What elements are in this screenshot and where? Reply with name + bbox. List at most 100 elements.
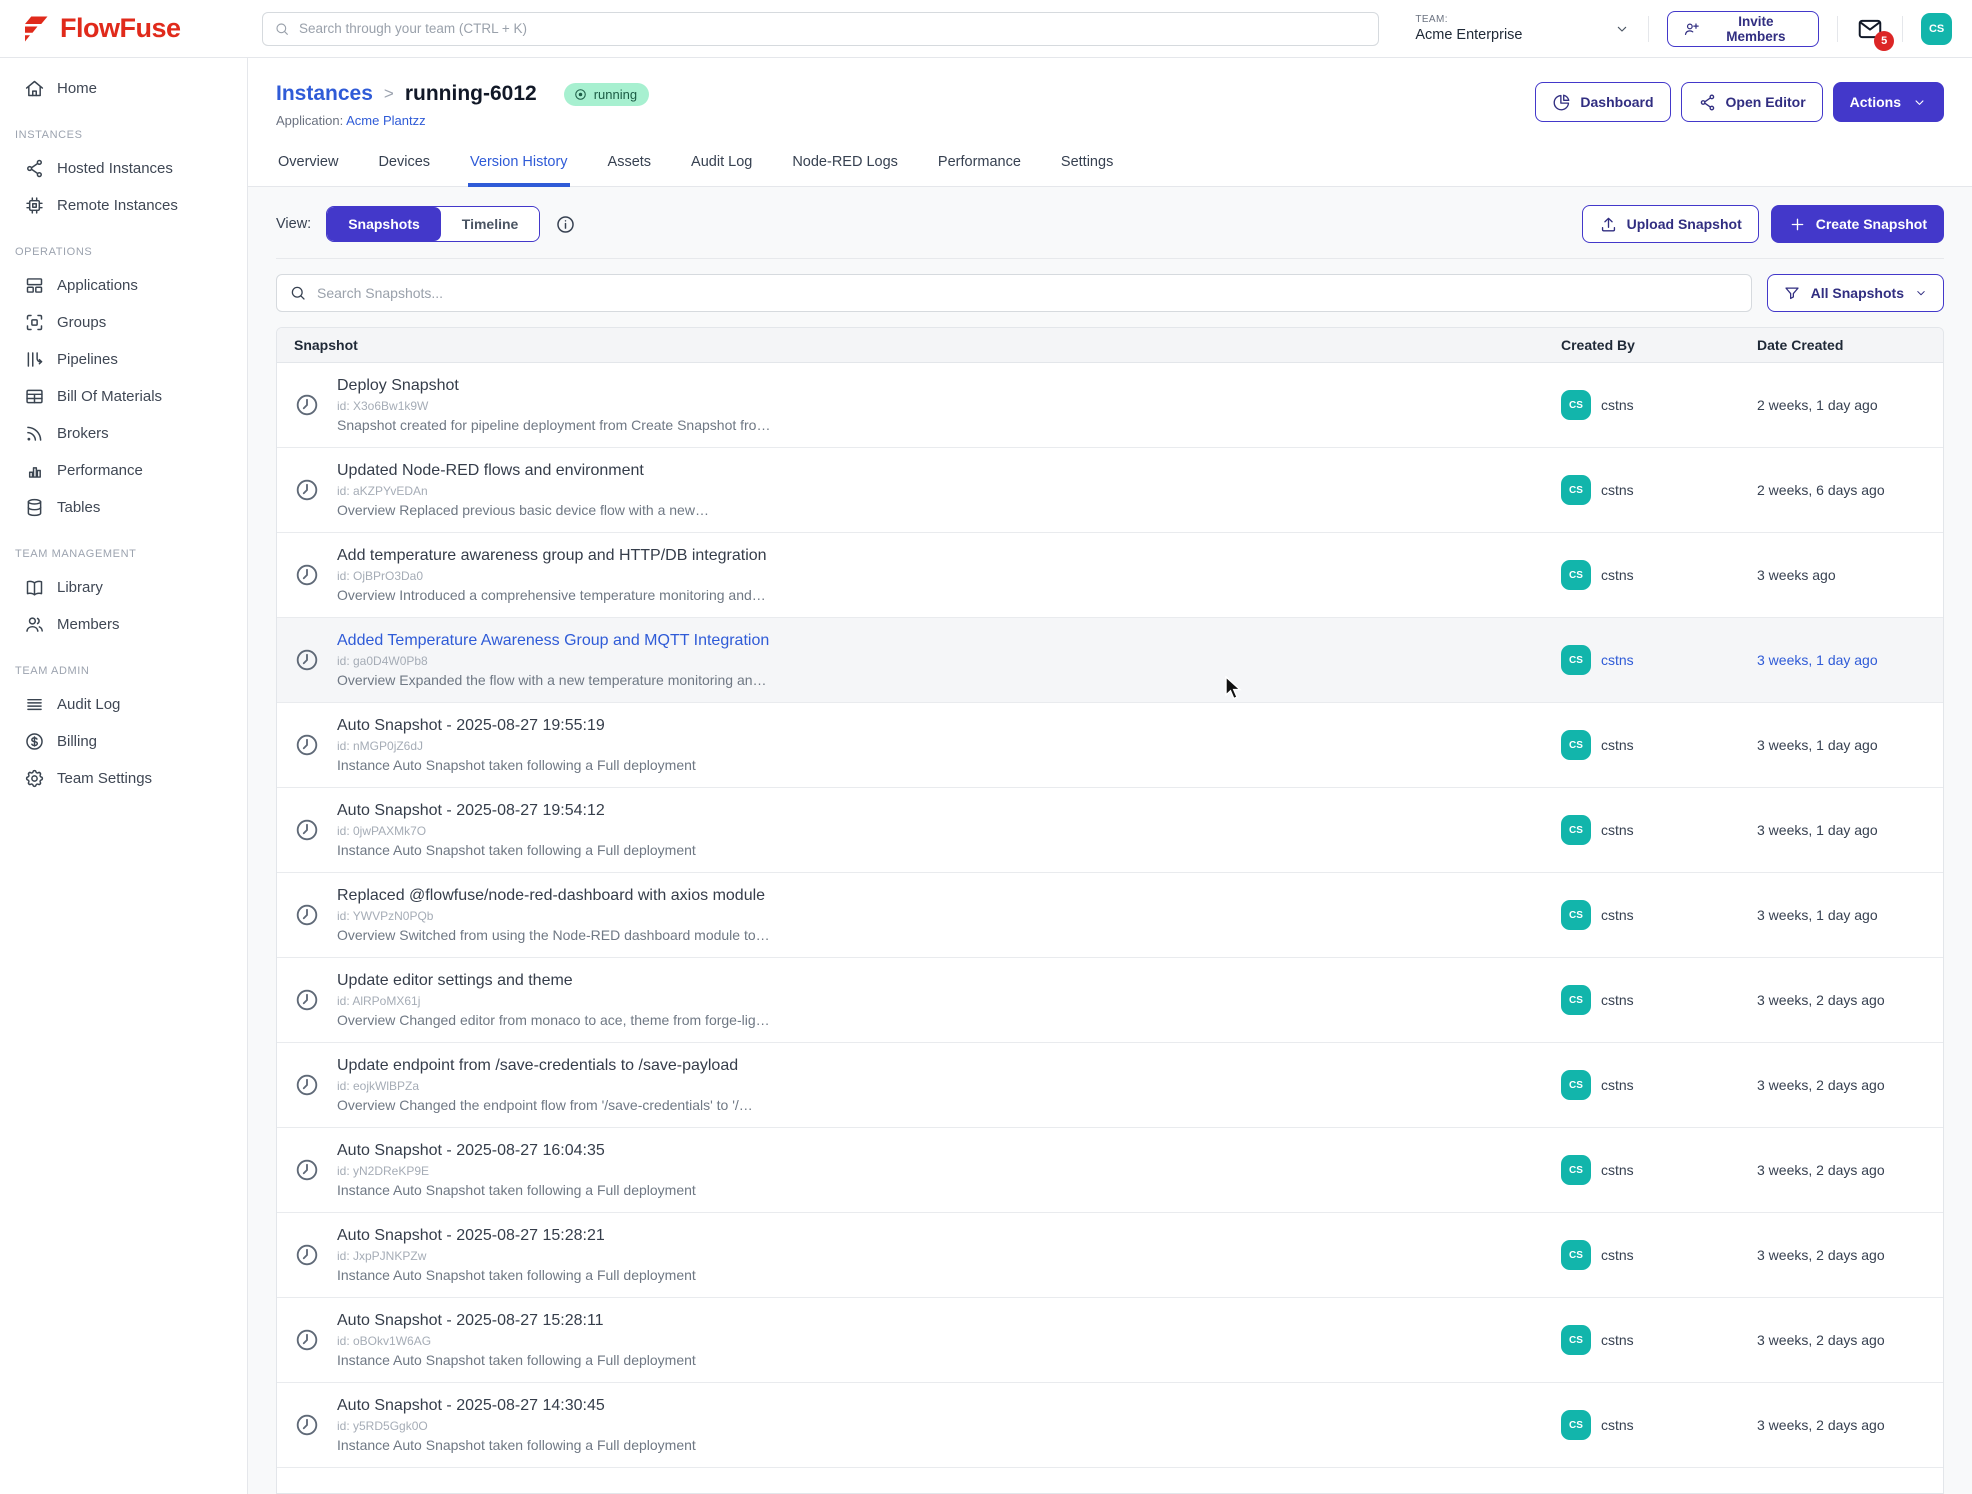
sidebar-item-library[interactable]: Library: [0, 569, 247, 606]
actions-button[interactable]: Actions: [1833, 82, 1944, 122]
clock-icon: [294, 392, 320, 418]
snapshot-row-update-editor-settings-and-theme[interactable]: Update editor settings and themeid: AlRP…: [277, 958, 1943, 1043]
date-created-cell: 3 weeks, 2 days ago: [1757, 1332, 1943, 1348]
date-created-cell: 3 weeks, 1 day ago: [1757, 737, 1943, 753]
breadcrumb-instances-link[interactable]: Instances: [276, 82, 373, 106]
list-icon: [24, 694, 45, 715]
snapshot-title[interactable]: Added Temperature Awareness Group and MQ…: [337, 632, 769, 650]
user-avatar[interactable]: CS: [1921, 13, 1952, 45]
sidebar-item-hosted-instances[interactable]: Hosted Instances: [0, 150, 247, 187]
sidebar-item-groups[interactable]: Groups: [0, 304, 247, 341]
snapshot-row-auto-snapshot-2025-08-27-19-54-12[interactable]: Auto Snapshot - 2025-08-27 19:54:12 id: 0…: [277, 788, 1943, 873]
creator-name: cstns: [1601, 397, 1634, 413]
snapshot-row-deploy-snapshot[interactable]: Deploy Snapshotid: X3o6Bw1k9WSnapshot cr…: [277, 363, 1943, 448]
sidebar-item-tables[interactable]: Tables: [0, 489, 247, 526]
snapshot-row-auto-snapshot-2025-08-27-16-04-35[interactable]: Auto Snapshot - 2025-08-27 16:04:35id: y…: [277, 1128, 1943, 1213]
created-by-cell: CScstns: [1561, 1410, 1757, 1440]
created-by-cell: CScstns: [1561, 560, 1757, 590]
snapshot-title[interactable]: Auto Snapshot - 2025-08-27 16:04:35: [337, 1142, 696, 1160]
tab-assets[interactable]: Assets: [606, 150, 654, 187]
sidebar-item-audit-log[interactable]: Audit Log: [0, 686, 247, 723]
snapshot-row-updated-node-red-flows-and-environment[interactable]: Updated Node-RED flows and environmentid…: [277, 448, 1943, 533]
team-selector[interactable]: TEAM: Acme Enterprise: [1415, 14, 1630, 43]
clock-icon: [294, 987, 320, 1013]
snapshot-cell: Auto Snapshot - 2025-08-27 14:30:45id: y…: [277, 1397, 1561, 1453]
invite-members-button[interactable]: Invite Members: [1667, 11, 1819, 47]
sidebar-item-pipelines[interactable]: Pipelines: [0, 341, 247, 378]
tab-version-history[interactable]: Version History: [468, 150, 570, 187]
flowfuse-logo-icon: [20, 14, 50, 44]
view-segment-timeline[interactable]: Timeline: [441, 207, 540, 241]
view-segment-snapshots[interactable]: Snapshots: [327, 207, 441, 241]
snapshot-title[interactable]: Auto Snapshot - 2025-08-27 15:28:21: [337, 1227, 696, 1245]
snapshot-row-add-temperature-awareness-group-and-http-db-integration[interactable]: Add temperature awareness group and HTTP…: [277, 533, 1943, 618]
creator-name: cstns: [1601, 822, 1634, 838]
chip-frame-icon: [24, 312, 45, 333]
snapshot-row-update-endpoint-from-save-credentials-to-save-payload[interactable]: Update endpoint from /save-credentials t…: [277, 1043, 1943, 1128]
snapshot-filter-dropdown[interactable]: All Snapshots: [1767, 274, 1944, 312]
open-editor-button[interactable]: Open Editor: [1681, 82, 1823, 122]
sidebar-item-team-settings[interactable]: Team Settings: [0, 760, 247, 797]
divider: [1648, 16, 1649, 42]
upload-snapshot-button[interactable]: Upload Snapshot: [1582, 205, 1759, 243]
cog-icon: [24, 768, 45, 789]
snapshot-row-replaced-flowfuse-node-red-dashboard-with-axios-module[interactable]: Replaced @flowfuse/node-red-dashboard wi…: [277, 873, 1943, 958]
sidebar-item-billing[interactable]: Billing: [0, 723, 247, 760]
creator-avatar: CS: [1561, 730, 1591, 760]
snapshot-title[interactable]: Add temperature awareness group and HTTP…: [337, 547, 767, 565]
table-body: Deploy Snapshotid: X3o6Bw1k9WSnapshot cr…: [277, 363, 1943, 1494]
tab-overview[interactable]: Overview: [276, 150, 340, 187]
sidebar-item-performance[interactable]: Performance: [0, 452, 247, 489]
create-snapshot-button[interactable]: Create Snapshot: [1771, 205, 1944, 243]
sidebar-item-applications[interactable]: Applications: [0, 267, 247, 304]
team-search-input[interactable]: [299, 21, 1367, 36]
snapshot-title[interactable]: Auto Snapshot - 2025-08-27 15:28:11: [337, 1312, 696, 1330]
sidebar-item-bill-of-materials[interactable]: Bill Of Materials: [0, 378, 247, 415]
clock-icon: [294, 732, 320, 758]
tab-performance[interactable]: Performance: [936, 150, 1023, 187]
snapshot-row-added-temperature-awareness-group-and-mqtt-integration[interactable]: Added Temperature Awareness Group and MQ…: [277, 618, 1943, 703]
clock-icon: [294, 647, 320, 673]
tab-node-red-logs[interactable]: Node-RED Logs: [790, 150, 900, 187]
sidebar-item-brokers[interactable]: Brokers: [0, 415, 247, 452]
date-created-cell: 2 weeks, 6 days ago: [1757, 482, 1943, 498]
flowfuse-logo[interactable]: FlowFuse: [0, 13, 248, 44]
creator-name: cstns: [1601, 1332, 1634, 1348]
snapshot-cell: Auto Snapshot - 2025-08-27 15:28:21id: J…: [277, 1227, 1561, 1283]
application-link[interactable]: Acme Plantzz: [346, 113, 425, 128]
creator-name: cstns: [1601, 737, 1634, 753]
snapshot-title[interactable]: Update endpoint from /save-credentials t…: [337, 1057, 753, 1075]
sidebar-item-remote-instances[interactable]: Remote Instances: [0, 187, 247, 224]
snapshot-cell: Updated Node-RED flows and environmentid…: [277, 462, 1561, 518]
sidebar-item-home[interactable]: Home: [0, 70, 247, 107]
snapshot-row-auto-snapshot-2025-08-27-15-28-21[interactable]: Auto Snapshot - 2025-08-27 15:28:21id: J…: [277, 1213, 1943, 1298]
snapshot-description: Snapshot created for pipeline deployment…: [337, 417, 770, 433]
snapshot-row-auto-snapshot-2025-08-27-15-28-11[interactable]: Auto Snapshot - 2025-08-27 15:28:11id: o…: [277, 1298, 1943, 1383]
snapshot-title[interactable]: Auto Snapshot - 2025-08-27 19:55:19: [337, 717, 696, 735]
snapshot-row-auto-snapshot-2025-08-27-19-55-19[interactable]: Auto Snapshot - 2025-08-27 19:55:19id: n…: [277, 703, 1943, 788]
info-icon[interactable]: [555, 214, 576, 235]
snapshot-row-auto-snapshot-2025-08-27-14-30-45[interactable]: Auto Snapshot - 2025-08-27 14:30:45id: y…: [277, 1383, 1943, 1468]
snapshot-title[interactable]: Auto Snapshot - 2025-08-27 19:54:12: [337, 802, 696, 820]
sidebar-item-members[interactable]: Members: [0, 606, 247, 643]
view-label: View:: [276, 216, 311, 232]
creator-name: cstns: [1601, 907, 1634, 923]
tab-bar: Overview Devices Version History Assets Audi…: [276, 150, 1944, 186]
snapshot-search-input[interactable]: [317, 285, 1739, 301]
dashboard-button[interactable]: Dashboard: [1535, 82, 1670, 122]
clock-icon: [294, 1412, 320, 1438]
snapshot-row-add-http-endpoint-for-saving-credentials-with-sqlite-integration[interactable]: Add HTTP endpoint for saving credentials…: [277, 1468, 1943, 1494]
snapshot-title[interactable]: Deploy Snapshot: [337, 377, 770, 395]
snapshot-title[interactable]: Auto Snapshot - 2025-08-27 14:30:45: [337, 1397, 696, 1415]
tab-audit-log[interactable]: Audit Log: [689, 150, 754, 187]
creator-avatar: CS: [1561, 645, 1591, 675]
snapshot-title[interactable]: Updated Node-RED flows and environment: [337, 462, 709, 480]
tab-devices[interactable]: Devices: [376, 150, 432, 187]
tab-settings[interactable]: Settings: [1059, 150, 1115, 187]
pie-chart-icon: [1552, 93, 1571, 112]
clock-icon: [294, 817, 320, 843]
snapshot-id: id: 0jwPAXMk7O: [337, 824, 696, 838]
notifications-button[interactable]: 5: [1856, 15, 1884, 43]
snapshot-title[interactable]: Update editor settings and theme: [337, 972, 770, 990]
snapshot-title[interactable]: Replaced @flowfuse/node-red-dashboard wi…: [337, 887, 770, 905]
